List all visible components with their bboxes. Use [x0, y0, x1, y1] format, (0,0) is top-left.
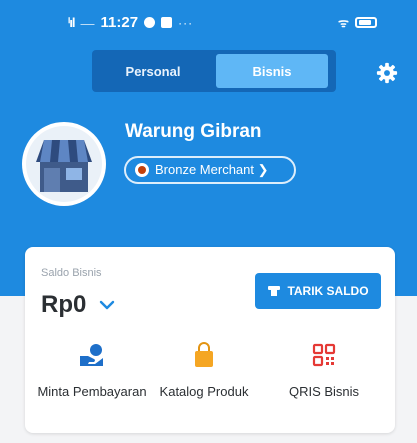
signal-icon: ⁱıl	[68, 14, 75, 30]
more-notifications-icon: ···	[178, 15, 194, 30]
withdraw-button-label: TARIK SALDO	[287, 284, 369, 298]
settings-gear-icon[interactable]	[376, 62, 398, 84]
hand-coin-icon	[80, 344, 103, 366]
notification-square-icon	[161, 17, 173, 28]
action-qris-bisnis[interactable]: QRIS Bisnis	[269, 342, 379, 401]
action-minta-pembayaran[interactable]: Minta Pembayaran	[37, 342, 147, 401]
notification-dot-icon	[144, 17, 156, 28]
status-right: ᯤ	[338, 14, 377, 31]
balance-card: Saldo Bisnis Rp0 TARIK SALDO Minta Pemba…	[25, 247, 395, 433]
status-left: ⁱıl — 11:27 ···	[68, 14, 193, 31]
status-time: 11:27	[100, 14, 139, 31]
qr-code-icon	[312, 343, 336, 367]
tab-personal[interactable]: Personal	[92, 50, 214, 92]
action-label: QRIS Bisnis	[288, 384, 360, 399]
merchant-level-label: Bronze Merchant ❯	[155, 162, 269, 177]
merchant-avatar[interactable]	[22, 122, 106, 206]
account-type-switch: Personal Bisnis	[92, 50, 336, 92]
atm-withdraw-icon	[268, 286, 281, 296]
action-label: Katalog Produk	[159, 384, 249, 399]
action-katalog-produk[interactable]: Katalog Produk	[149, 342, 259, 401]
chevron-down-icon[interactable]	[99, 299, 115, 311]
tab-bisnis[interactable]: Bisnis	[216, 54, 328, 88]
balance-value: Rp0	[41, 291, 87, 318]
battery-icon	[355, 17, 377, 28]
action-label: Minta Pembayaran	[37, 384, 147, 399]
store-icon	[26, 126, 102, 202]
bronze-medal-icon	[135, 163, 149, 177]
wifi-icon: ᯤ	[338, 16, 349, 30]
merchant-name: Warung Gibran	[125, 121, 262, 142]
status-bar: ⁱıl — 11:27 ··· ᯤ	[0, 14, 417, 36]
withdraw-balance-button[interactable]: TARIK SALDO	[255, 273, 381, 309]
shopping-bag-icon	[195, 342, 213, 367]
merchant-level-badge[interactable]: Bronze Merchant ❯	[124, 156, 296, 184]
network-dash: —	[80, 14, 95, 31]
balance-label: Saldo Bisnis	[41, 267, 102, 279]
